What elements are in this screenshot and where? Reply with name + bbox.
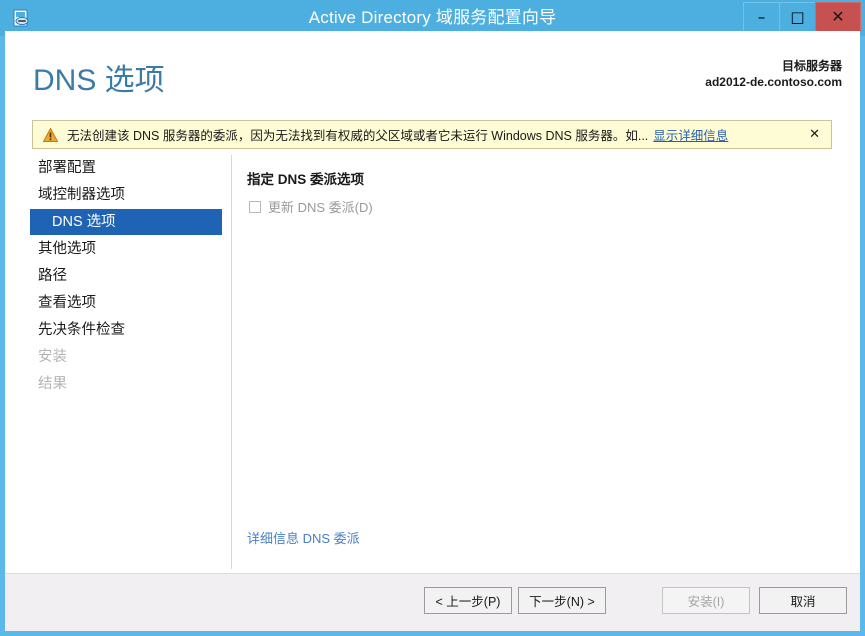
target-server-label: 目标服务器 xyxy=(781,59,842,73)
sidebar-item-dns-options[interactable]: DNS 选项 xyxy=(30,209,222,235)
window-controls: – □ ✕ xyxy=(743,2,861,32)
sidebar-item-prerequisites-check[interactable]: 先决条件检查 xyxy=(30,317,222,343)
target-server-info: 目标服务器 ad2012-de.contoso.com xyxy=(705,58,842,90)
wizard-body: 部署配置 域控制器选项 DNS 选项 其他选项 路径 查看选项 先决条件检查 安… xyxy=(5,155,860,569)
next-button[interactable]: 下一步(N) > xyxy=(518,587,606,614)
install-button: 安装(I) xyxy=(662,587,750,614)
warning-bar: 无法创建该 DNS 服务器的委派，因为无法找到有权威的父区域或者它未运行 Win… xyxy=(32,120,832,149)
wizard-content-pane: 指定 DNS 委派选项 更新 DNS 委派(D) 详细信息 DNS 委派 xyxy=(233,155,860,569)
page-header: DNS 选项 目标服务器 ad2012-de.contoso.com xyxy=(5,31,860,110)
sidebar-item-installation: 安装 xyxy=(38,349,67,365)
dns-delegation-more-link[interactable]: 详细信息 DNS 委派 xyxy=(247,528,360,547)
footer-button-group: < 上一步(P) 下一步(N) > 安装(I) 取消 xyxy=(424,587,847,614)
sidebar-item-paths[interactable]: 路径 xyxy=(30,263,222,289)
close-icon: ✕ xyxy=(831,7,845,26)
show-details-link[interactable]: 显示详细信息 xyxy=(653,125,728,144)
page-title: DNS 选项 xyxy=(33,64,165,97)
wizard-steps-sidebar: 部署配置 域控制器选项 DNS 选项 其他选项 路径 查看选项 先决条件检查 安… xyxy=(5,155,232,569)
update-dns-delegation-checkbox[interactable] xyxy=(249,200,261,213)
update-dns-delegation-row[interactable]: 更新 DNS 委派(D) xyxy=(249,197,373,216)
sidebar-item-domain-controller-options[interactable]: 域控制器选项 xyxy=(30,182,222,208)
update-dns-delegation-label: 更新 DNS 委派(D) xyxy=(268,200,373,215)
previous-button[interactable]: < 上一步(P) xyxy=(424,587,512,614)
sidebar-item-additional-options[interactable]: 其他选项 xyxy=(30,236,222,262)
close-button[interactable]: ✕ xyxy=(815,2,861,32)
maximize-button[interactable]: □ xyxy=(779,2,816,32)
minimize-button[interactable]: – xyxy=(743,2,780,32)
maximize-icon: □ xyxy=(790,7,805,26)
cancel-button[interactable]: 取消 xyxy=(759,587,847,614)
content-heading: 指定 DNS 委派选项 xyxy=(247,172,365,187)
sidebar-item-results: 结果 xyxy=(38,376,67,392)
warning-triangle-icon xyxy=(42,126,59,142)
sidebar-item-deployment-config[interactable]: 部署配置 xyxy=(30,155,222,181)
warning-close-icon[interactable]: ✕ xyxy=(809,127,820,142)
minimize-icon: – xyxy=(757,7,766,26)
sidebar-item-review-options[interactable]: 查看选项 xyxy=(30,290,222,316)
target-server-name: ad2012-de.contoso.com xyxy=(705,75,842,89)
wizard-footer: < 上一步(P) 下一步(N) > 安装(I) 取消 xyxy=(5,573,860,631)
wizard-window: Active Directory 域服务配置向导 – □ ✕ DNS 选项 目标… xyxy=(0,0,865,636)
warning-message: 无法创建该 DNS 服务器的委派，因为无法找到有权威的父区域或者它未运行 Win… xyxy=(67,129,649,143)
